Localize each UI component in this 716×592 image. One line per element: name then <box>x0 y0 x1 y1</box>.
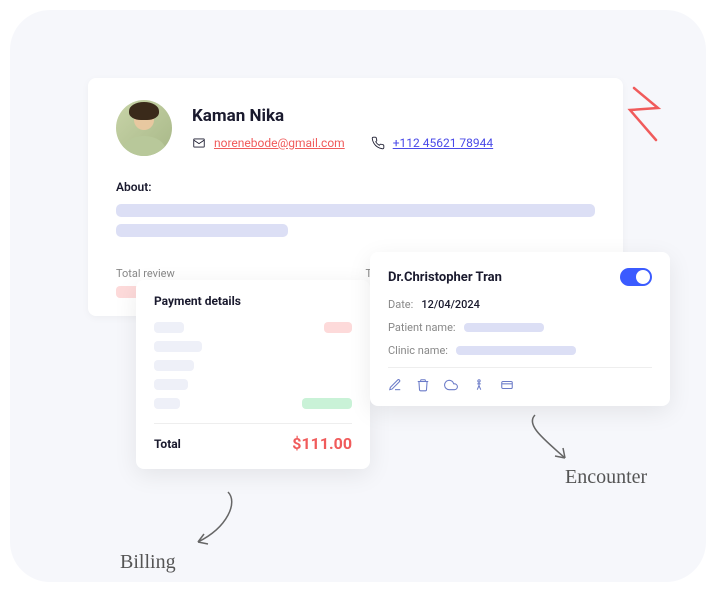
clinic-skeleton <box>456 346 576 355</box>
encounter-arrow <box>520 410 580 470</box>
about-skeleton-line <box>116 224 288 237</box>
encounter-title: Dr.Christopher Tran <box>388 270 502 285</box>
avatar[interactable] <box>116 100 172 156</box>
canvas-background: Kaman Nika norenebode@gmail.com +112 456… <box>10 10 706 582</box>
about-section: About: <box>116 180 595 237</box>
patient-skeleton <box>464 323 544 332</box>
payment-lines <box>154 322 352 409</box>
total-amount: $111.00 <box>292 434 352 453</box>
profile-header: Kaman Nika norenebode@gmail.com +112 456… <box>116 100 595 156</box>
decorative-scribble <box>616 80 676 150</box>
payment-line <box>154 341 352 352</box>
payment-line <box>154 360 352 371</box>
total-row: Total $111.00 <box>154 434 352 453</box>
contact-row: norenebode@gmail.com +112 45621 78944 <box>192 136 595 150</box>
total-label: Total <box>154 437 181 451</box>
clinic-label: Clinic name: <box>388 344 448 357</box>
phone-icon <box>371 136 385 150</box>
billing-annotation: Billing <box>120 551 176 574</box>
clinic-field: Clinic name: <box>388 344 652 357</box>
encounter-divider <box>388 367 652 368</box>
payment-line <box>154 379 352 390</box>
payment-card: Payment details Total $111.00 <box>136 280 370 469</box>
cloud-icon[interactable] <box>444 378 458 392</box>
stat-review-label: Total review <box>116 267 346 280</box>
payment-line <box>154 398 352 409</box>
payment-divider <box>154 423 352 424</box>
person-icon[interactable] <box>472 378 486 392</box>
date-value: 12/04/2024 <box>421 298 480 311</box>
encounter-head: Dr.Christopher Tran <box>388 268 652 286</box>
phone-item: +112 45621 78944 <box>371 136 493 150</box>
encounter-card: Dr.Christopher Tran Date: 12/04/2024 Pat… <box>370 252 670 406</box>
encounter-icon-row <box>388 378 652 392</box>
trash-icon[interactable] <box>416 378 430 392</box>
encounter-annotation: Encounter <box>565 466 647 489</box>
date-label: Date: <box>388 298 413 311</box>
email-icon <box>192 136 206 150</box>
billing-arrow <box>188 487 248 557</box>
email-item: norenebode@gmail.com <box>192 136 345 150</box>
about-skeleton-line <box>116 204 595 217</box>
date-field: Date: 12/04/2024 <box>388 298 652 311</box>
about-label: About: <box>116 180 595 194</box>
card-icon[interactable] <box>500 378 514 392</box>
email-link[interactable]: norenebode@gmail.com <box>214 136 345 150</box>
edit-icon[interactable] <box>388 378 402 392</box>
profile-info: Kaman Nika norenebode@gmail.com +112 456… <box>192 106 595 150</box>
patient-field: Patient name: <box>388 321 652 334</box>
patient-label: Patient name: <box>388 321 456 334</box>
payment-line <box>154 322 352 333</box>
encounter-toggle[interactable] <box>620 268 652 286</box>
phone-link[interactable]: +112 45621 78944 <box>393 136 493 150</box>
profile-name: Kaman Nika <box>192 106 595 126</box>
payment-title: Payment details <box>154 294 352 308</box>
